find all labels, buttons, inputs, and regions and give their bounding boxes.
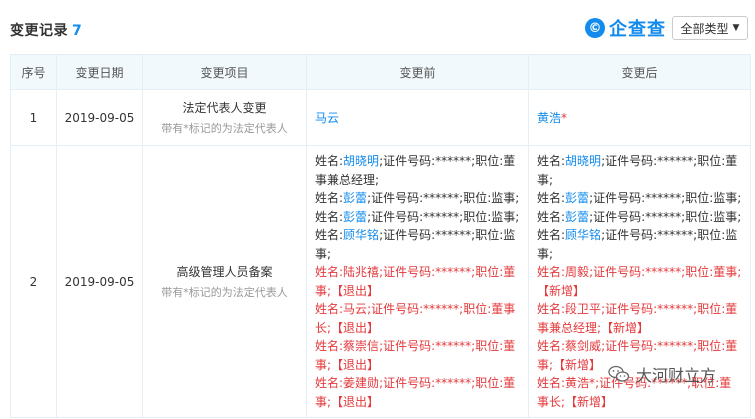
column-header-index: 序号 [10,54,57,90]
before-person-entry: 姓名:蔡崇信;证件号码:******;职位:董事;【退出】 [315,337,520,374]
entry-prefix: 姓名: [537,302,566,316]
after-person-entry: 姓名:段卫平;证件号码:******;职位:董事兼总经理;【新增】 [537,300,742,337]
before-cell: 姓名:胡晓明;证件号码:******;职位:董事兼总经理; 姓名:彭蕾;证件号码:… [306,145,529,418]
logo-mark-icon: © [585,18,605,38]
wechat-icon [608,365,630,382]
entry-prefix: 姓名: [537,209,566,224]
header: 变更记录 7 © 企查查 全部类型 ▼ [0,0,755,50]
person-name-link[interactable]: 蔡剑威 [565,339,601,353]
person-name-link[interactable]: 彭蕾 [343,210,367,224]
change-count: 7 [72,23,83,39]
before-person-link[interactable]: 马云 [315,111,339,125]
entry-detail: ;证件号码:******;职位:监事; [367,209,520,224]
before-person-entry: 姓名:彭蕾;证件号码:******;职位:监事; [315,208,520,227]
row-item-cell: 法定代表人变更 带有*标记的为法定代表人 [142,89,307,146]
change-item-name: 高级管理人员备案 [176,265,273,279]
row-index: 2 [10,145,57,418]
change-item-note: 带有*标记的为法定代表人 [161,122,288,135]
entry-prefix: 姓名: [315,228,344,242]
person-name-link[interactable]: 马云 [343,302,367,316]
person-name-link[interactable]: 顾华铭 [343,228,379,242]
row-item-cell: 高级管理人员备案 带有*标记的为法定代表人 [142,145,307,418]
entry-prefix: 姓名: [315,191,344,205]
after-person-entry: 姓名:彭蕾;证件号码:******;职位:监事; [537,208,742,227]
logo-text: 企查查 [609,19,666,40]
entry-detail: ;证件号码:******;职位:监事; [589,209,742,224]
after-person-entry: 姓名:周毅;证件号码:******;职位:董事;【新增】 [537,263,742,300]
after-person-entry: 姓名:彭蕾;证件号码:******;职位:监事; [537,189,742,208]
person-name-link[interactable]: 黄浩* [565,376,595,390]
entry-prefix: 姓名: [315,154,344,168]
filter-label: 全部类型 [680,21,729,36]
after-person-link[interactable]: 黄浩 [537,111,561,125]
entry-prefix: 姓名: [315,265,344,279]
person-name-link[interactable]: 陆兆禧 [343,265,379,279]
column-header-before: 变更前 [306,54,529,90]
person-name-link[interactable]: 胡晓明 [565,154,601,168]
watermark-text: 大河财立方 [636,366,717,385]
type-filter-dropdown[interactable]: 全部类型 ▼ [672,16,748,40]
entry-prefix: 姓名: [537,265,566,279]
person-name-link[interactable]: 彭蕾 [565,191,589,205]
before-person-entry: 姓名:胡晓明;证件号码:******;职位:董事兼总经理; [315,152,520,189]
entry-prefix: 姓名: [315,376,344,390]
column-header-after: 变更后 [528,54,751,90]
entry-prefix: 姓名: [315,209,344,224]
person-name-link[interactable]: 周毅 [565,265,589,279]
change-item-name: 法定代表人变更 [182,101,267,115]
entry-detail: ;证件号码:******;职位:监事; [589,191,742,205]
row-index: 1 [10,89,57,146]
table-header-row: 序号 变更日期 变更项目 变更前 变更后 [10,54,751,90]
person-name-link[interactable]: 胡晓明 [343,154,379,168]
row-date: 2019-09-05 [56,145,143,418]
after-person-entry: 姓名:顾华铭;证件号码:******;职位:监事; [537,226,742,263]
caret-down-icon: ▼ [732,23,740,33]
person-name-link[interactable]: 段卫平 [565,302,601,316]
entry-prefix: 姓名: [537,191,566,205]
column-header-item: 变更项目 [142,54,307,90]
entry-prefix: 姓名: [315,302,344,316]
person-name-link[interactable]: 顾华铭 [565,228,601,242]
before-person-entry: 姓名:顾华铭;证件号码:******;职位:监事; [315,226,520,263]
after-cell: 黄浩* [528,89,751,146]
person-name-link[interactable]: 姜建勋 [343,376,379,390]
person-name-link[interactable]: 蔡崇信 [343,339,379,353]
entry-prefix: 姓名: [537,154,566,168]
watermark: 大河财立方 [608,362,716,386]
before-person-entry: 姓名:马云;证件号码:******;职位:董事长;【退出】 [315,300,520,337]
qichacha-logo[interactable]: © 企查查 [585,15,666,41]
change-item-note: 带有*标记的为法定代表人 [161,286,288,299]
entry-prefix: 姓名: [315,339,344,353]
entry-prefix: 姓名: [537,339,566,353]
section-title: 变更记录 7 [10,20,82,40]
table-row: 1 2019-09-05 法定代表人变更 带有*标记的为法定代表人 马云 黄浩* [10,89,751,146]
before-person-entry: 姓名:陆兆禧;证件号码:******;职位:董事;【退出】 [315,263,520,300]
before-person-entry: 姓名:姜建勋;证件号码:******;职位:董事;【退出】 [315,374,520,411]
row-date: 2019-09-05 [56,89,143,146]
column-header-date: 变更日期 [56,54,143,90]
entry-prefix: 姓名: [537,228,566,242]
person-name-link[interactable]: 彭蕾 [343,191,367,205]
entry-detail: ;证件号码:******;职位:监事; [367,191,520,205]
before-cell: 马云 [306,89,529,146]
legal-rep-marker: * [561,111,568,125]
after-person-entry: 姓名:胡晓明;证件号码:******;职位:董事; [537,152,742,189]
before-person-list: 姓名:胡晓明;证件号码:******;职位:董事兼总经理; 姓名:彭蕾;证件号码:… [307,146,528,417]
section-title-text: 变更记录 [10,23,68,39]
entry-prefix: 姓名: [537,376,566,390]
before-person-entry: 姓名:彭蕾;证件号码:******;职位:监事; [315,189,520,208]
person-name-link[interactable]: 彭蕾 [565,210,589,224]
